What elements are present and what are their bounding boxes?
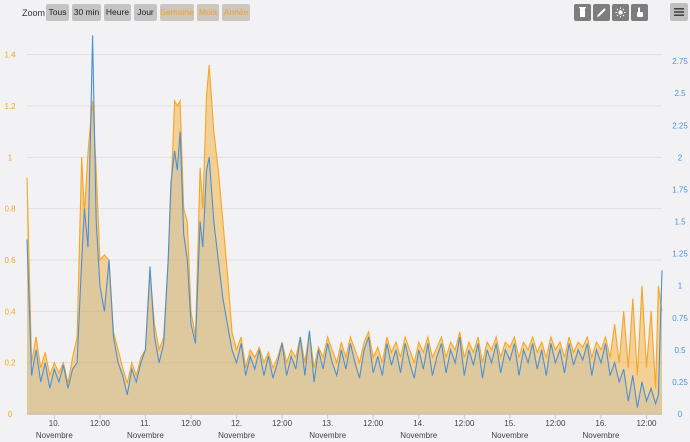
left-tick-label: 0.2: [4, 359, 16, 368]
x-tick-label: 13.: [322, 419, 333, 428]
x-tick-label: 12:00: [90, 419, 111, 428]
x-tick-label: 14.: [413, 419, 424, 428]
x-tick-label-month: Novembre: [218, 431, 255, 440]
right-tick-label: 2: [678, 153, 683, 162]
x-tick-label: 12:00: [181, 419, 202, 428]
right-axis: 0 0.25 0.5 0.75 1 1.25 1.5 1.75 2 2.25 2.5 2.75: [672, 57, 688, 419]
x-tick-label-month: Novembre: [491, 431, 528, 440]
x-tick-label-month: Novembre: [309, 431, 346, 440]
right-tick-label: 0.5: [674, 346, 686, 355]
left-tick-label: 1.4: [4, 51, 16, 60]
x-tick-label: 15.: [504, 419, 515, 428]
x-tick-label-month: Novembre: [36, 431, 73, 440]
x-tick-label: 12:00: [636, 419, 657, 428]
right-tick-label: 1.5: [674, 218, 686, 227]
x-tick-label: 11.: [140, 419, 151, 428]
right-tick-label: 2.5: [674, 89, 686, 98]
right-tick-label: 0: [678, 410, 683, 419]
x-tick-label-month: Novembre: [127, 431, 164, 440]
x-tick-label: 12:00: [545, 419, 566, 428]
left-tick-label: 0: [8, 410, 13, 419]
x-tick-label: 16.: [595, 419, 606, 428]
right-tick-label: 2.25: [672, 121, 688, 130]
x-tick-label: 12:00: [363, 419, 384, 428]
left-tick-label: 0.4: [4, 307, 16, 316]
left-tick-label: 0.6: [4, 256, 16, 265]
line-series-orange: [26, 64, 663, 389]
x-tick-label-month: Novembre: [583, 431, 620, 440]
right-tick-label: 1: [678, 282, 683, 291]
left-tick-label: 0.8: [4, 205, 16, 214]
x-tick-label: 10.: [49, 419, 60, 428]
x-tick-label-month: Novembre: [400, 431, 437, 440]
chart-container: { "toolbar": { "zoom_label": "Zoom", "bu…: [0, 0, 690, 442]
right-tick-label: 0.25: [672, 378, 688, 387]
right-tick-label: 2.75: [672, 57, 688, 66]
right-tick-label: 0.75: [672, 314, 688, 323]
left-tick-label: 1.2: [4, 102, 16, 111]
left-tick-label: 1: [8, 153, 13, 162]
x-axis: 10. Novembre 12:00 11. Novembre 12:00 12. Novem…: [36, 414, 657, 440]
x-tick-label: 12:00: [272, 419, 293, 428]
chart-plot: 00.20.40.60.811.21.4 00.250.50.7511.251.…: [4, 35, 688, 440]
x-tick-label: 12:00: [454, 419, 475, 428]
right-tick-label: 1.75: [672, 185, 688, 194]
left-axis: 0 0.2 0.4 0.6 0.8 1 1.2 1.4: [4, 51, 16, 419]
right-tick-label: 1.25: [672, 250, 688, 259]
x-tick-label: 12.: [231, 419, 242, 428]
